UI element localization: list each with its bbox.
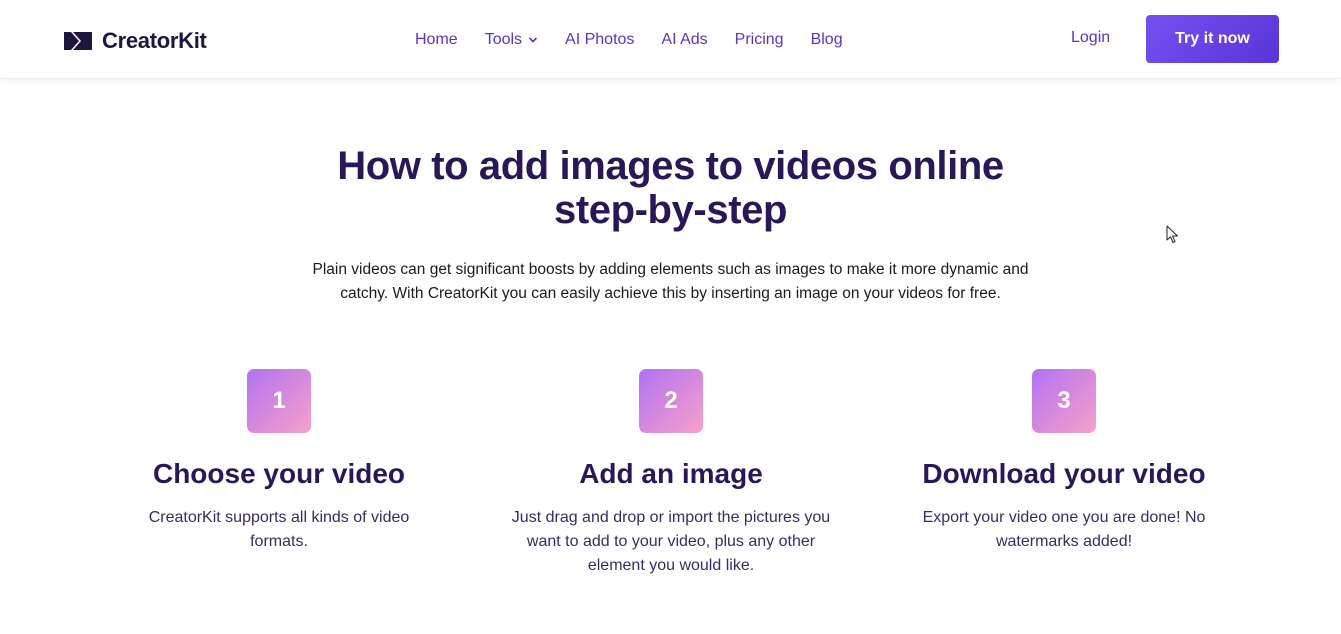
page-title-line-2: step-by-step: [553, 188, 787, 232]
page-title-line-1: How to add images to videos online: [337, 144, 1004, 188]
step-2-description: Just drag and drop or import the picture…: [511, 509, 831, 574]
nav-ai-ads[interactable]: AI Ads: [661, 31, 707, 49]
creatorkit-logo-icon: [64, 32, 92, 50]
chevron-down-icon: [529, 37, 537, 43]
main-nav: Home Tools AI Photos AI Ads Pricing Blog: [415, 29, 843, 51]
top-navbar: CreatorKit Home Tools AI Photos AI Ads P…: [0, 0, 1341, 79]
step-1-title: Choose your video: [152, 458, 406, 489]
nav-blog[interactable]: Blog: [811, 31, 843, 49]
mouse-pointer-icon: [1166, 225, 1178, 243]
try-it-now-button[interactable]: Try it now: [1146, 15, 1279, 63]
step-1-description: CreatorKit supports all kinds of video f…: [148, 509, 410, 550]
brand-logo[interactable]: CreatorKit: [64, 27, 207, 55]
nav-tools[interactable]: Tools: [485, 31, 538, 49]
step-3-card: 3 Download your video Export your video …: [894, 369, 1234, 554]
step-3-description: Export your video one you are done! No w…: [922, 509, 1206, 550]
step-1-card: 1 Choose your video CreatorKit supports …: [109, 369, 449, 554]
nav-tools-label: Tools: [484, 31, 523, 48]
step-2-number-badge: 2: [639, 369, 703, 433]
step-3-title: Download your video: [922, 458, 1206, 489]
nav-home[interactable]: Home: [415, 31, 458, 49]
brand-name: CreatorKit: [102, 28, 207, 53]
step-2-title: Add an image: [579, 458, 763, 489]
section-description: Plain videos can get significant boosts …: [312, 261, 1029, 302]
step-3-number-badge: 3: [1032, 369, 1096, 433]
step-2-card: 2 Add an image Just drag and drop or imp…: [501, 369, 841, 578]
step-1-number-badge: 1: [247, 369, 311, 433]
page-title: How to add images to videos online step-…: [270, 144, 1071, 232]
nav-ai-photos[interactable]: AI Photos: [565, 31, 634, 49]
login-link[interactable]: Login: [1071, 29, 1110, 47]
nav-pricing[interactable]: Pricing: [735, 31, 784, 49]
